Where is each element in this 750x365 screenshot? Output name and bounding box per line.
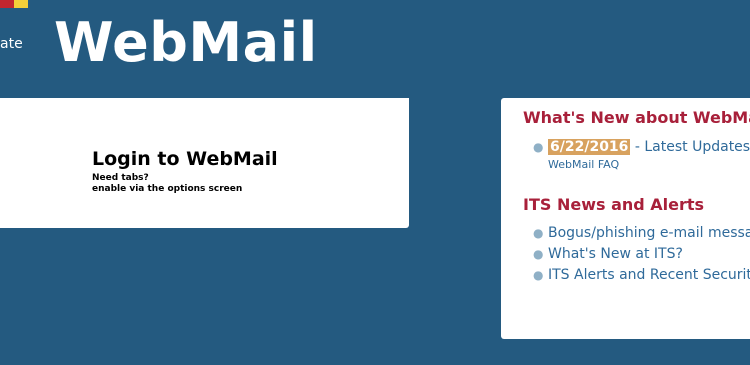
list-item: ● What's New at ITS? <box>523 244 750 265</box>
its-alerts-link[interactable]: ITS Alerts and Recent Security <box>548 267 750 283</box>
whats-new-list: ● 6/22/2016 - Latest Updates WebMail FAQ <box>523 137 750 172</box>
page-title: WebMail <box>54 11 318 74</box>
logo-red-stripe <box>0 0 14 8</box>
latest-updates-link[interactable]: 6/22/2016 - Latest Updates <box>548 139 750 155</box>
bullet-icon: ● <box>533 226 544 240</box>
list-item: ● Bogus/phishing e-mail messag <box>523 223 750 244</box>
bullet-icon: ● <box>533 140 544 154</box>
date-badge: 6/22/2016 <box>548 139 631 155</box>
login-panel: Login to WebMail Need tabs? enable via t… <box>0 98 409 228</box>
its-news-list: ● Bogus/phishing e-mail messag ● What's … <box>523 223 750 286</box>
bullet-icon: ● <box>533 247 544 261</box>
latest-updates-text: - Latest Updates <box>630 139 750 155</box>
phishing-messages-link[interactable]: Bogus/phishing e-mail messag <box>548 225 750 241</box>
tabs-hint-line2: enable via the options screen <box>92 184 243 194</box>
whats-new-its-link[interactable]: What's New at ITS? <box>548 246 683 262</box>
bullet-icon: ● <box>533 268 544 282</box>
whats-new-heading: What's New about WebMa <box>523 108 750 127</box>
list-item: ● 6/22/2016 - Latest Updates WebMail FAQ <box>523 137 750 172</box>
news-panel: What's New about WebMa ● 6/22/2016 - Lat… <box>501 98 750 339</box>
tabs-hint: Need tabs? enable via the options screen <box>92 173 242 195</box>
university-logo[interactable] <box>0 0 28 8</box>
its-news-heading: ITS News and Alerts <box>523 195 705 214</box>
university-name: ate <box>0 36 23 52</box>
login-heading: Login to WebMail <box>92 148 278 170</box>
tabs-hint-line1: Need tabs? <box>92 173 149 183</box>
list-item: ● ITS Alerts and Recent Security <box>523 265 750 286</box>
webmail-faq-link[interactable]: WebMail FAQ <box>548 158 750 172</box>
logo-gold-stripe <box>14 0 28 8</box>
